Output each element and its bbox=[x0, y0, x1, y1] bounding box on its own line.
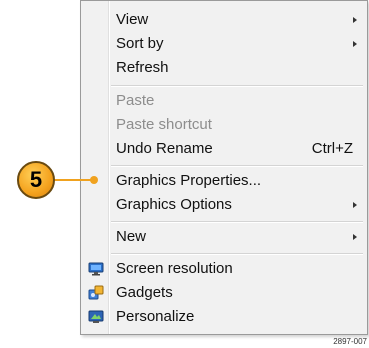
menu-item-label: Graphics Options bbox=[116, 196, 232, 213]
shortcut-label: Ctrl+Z bbox=[311, 140, 353, 157]
menu-item-graphics-options[interactable]: Graphics Options bbox=[81, 193, 367, 217]
menu-item-screen-resolution[interactable]: Screen resolution bbox=[81, 257, 367, 281]
menu-item-label: Screen resolution bbox=[116, 260, 233, 277]
callout-leader-line bbox=[54, 179, 94, 181]
menu-item-label: Graphics Properties... bbox=[116, 172, 262, 189]
menu-item-label: View bbox=[116, 11, 149, 28]
menu-item-view[interactable]: View bbox=[81, 8, 367, 32]
menu-item-label: Sort by bbox=[116, 35, 164, 52]
menu-item-label: Personalize bbox=[116, 308, 195, 325]
gadgets-icon bbox=[88, 285, 104, 300]
menu-item-label: Paste bbox=[116, 92, 155, 109]
menu-item-label: New bbox=[116, 228, 147, 245]
menu-item-paste-shortcut: Paste shortcut bbox=[81, 113, 367, 137]
step-callout-badge: 5 bbox=[17, 161, 55, 199]
menu-separator bbox=[111, 85, 363, 87]
menu-item-label: Undo Rename bbox=[116, 140, 213, 157]
personalize-icon bbox=[88, 310, 104, 323]
menu-separator bbox=[111, 253, 363, 255]
menu-item-graphics-properties[interactable]: Graphics Properties... bbox=[81, 169, 367, 193]
menu-item-label: Refresh bbox=[116, 59, 169, 76]
figure-id: 2897-007 bbox=[333, 337, 367, 346]
menu-item-undo-rename[interactable]: Undo Rename Ctrl+Z bbox=[81, 137, 367, 161]
menu-separator bbox=[111, 221, 363, 223]
menu-separator bbox=[111, 165, 363, 167]
submenu-arrow-icon bbox=[353, 202, 357, 208]
menu-item-label: Gadgets bbox=[116, 284, 173, 301]
submenu-arrow-icon bbox=[353, 41, 357, 47]
submenu-arrow-icon bbox=[353, 17, 357, 23]
callout-number: 5 bbox=[29, 167, 43, 192]
menu-item-refresh[interactable]: Refresh bbox=[81, 56, 367, 80]
submenu-arrow-icon bbox=[353, 234, 357, 240]
monitor-icon bbox=[88, 262, 104, 276]
menu-item-personalize[interactable]: Personalize bbox=[81, 305, 367, 329]
menu-item-gadgets[interactable]: Gadgets bbox=[81, 281, 367, 305]
menu-item-sort-by[interactable]: Sort by bbox=[81, 32, 367, 56]
menu-item-paste: Paste bbox=[81, 89, 367, 113]
callout-leader-dot bbox=[90, 176, 98, 184]
desktop-context-menu: View Sort by Refresh Paste Paste shortcu… bbox=[80, 0, 368, 335]
menu-item-new[interactable]: New bbox=[81, 225, 367, 249]
menu-item-label: Paste shortcut bbox=[116, 116, 212, 133]
